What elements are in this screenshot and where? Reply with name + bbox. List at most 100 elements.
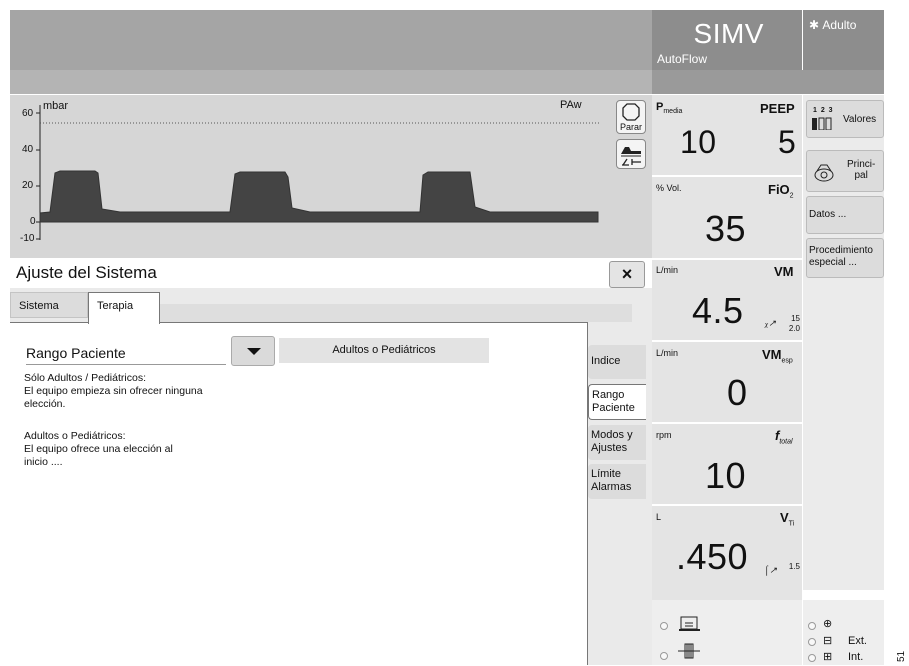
waveform-unit: mbar: [43, 100, 69, 112]
y-tick-minus10: -10: [20, 233, 35, 244]
separator: [652, 504, 802, 506]
y-tick-40: 40: [22, 144, 34, 155]
side-tab-limite-alarmas[interactable]: Límite Alarmas: [588, 464, 646, 499]
desc-line: El equipo empieza sin ofrecer ninguna: [24, 385, 203, 397]
principal-label-line: Princi-: [847, 159, 876, 170]
freeze-button[interactable]: [616, 139, 646, 169]
status-led: [808, 622, 816, 630]
external-battery-label: Ext.: [848, 635, 867, 647]
side-tab-label: Indice: [591, 355, 621, 367]
status-led: [808, 654, 816, 662]
octagon-stop-icon: [622, 103, 640, 121]
desc-line: El equipo ofrece una elección al: [24, 443, 173, 455]
status-area-left: [652, 600, 802, 665]
side-tab-indice[interactable]: Indice: [588, 345, 646, 379]
side-tab-label: Modos y: [591, 429, 633, 441]
ventilation-mode-box[interactable]: SIMV AutoFlow: [652, 10, 802, 70]
vm-limit-icon: ᵪ↗: [765, 318, 776, 328]
principal-label-line: pal: [854, 170, 868, 181]
freeze-waveform-icon: [621, 147, 641, 166]
internal-battery-icon: ⊞: [823, 651, 833, 663]
vti-limit-icon: ⌠↗: [764, 565, 777, 575]
side-tab-label: Ajustes: [591, 442, 628, 454]
vm-unit: L/min: [656, 265, 679, 275]
vti-limit: 1.5: [788, 562, 800, 571]
vti-value: .450: [676, 536, 749, 577]
peep-name: PEEP: [760, 101, 795, 116]
ftotal-value: 10: [705, 455, 747, 496]
vmesp-value: 0: [727, 372, 748, 413]
vm-name: VM: [774, 264, 794, 279]
vmesp-unit: L/min: [656, 348, 679, 358]
patient-type-box[interactable]: ✱ Adulto: [803, 10, 884, 70]
tabs-strip: [160, 304, 632, 322]
side-tab-label: Rango: [592, 389, 625, 401]
vm-lower-limit: 2.0: [788, 324, 800, 333]
desc-line: elección.: [24, 398, 66, 410]
side-tab-rango-paciente[interactable]: Rango Paciente: [588, 384, 646, 420]
peep-value: 5: [778, 124, 797, 160]
mains-plug-icon: ⊕: [823, 618, 833, 630]
ftotal-unit: rpm: [656, 430, 672, 440]
vm-value: 4.5: [692, 290, 744, 331]
procedure-label-line: Procedimiento: [809, 245, 873, 256]
selected-value-field[interactable]: Adultos o Pediátricos: [279, 338, 489, 363]
patient-type-label: Adulto: [822, 18, 857, 32]
vti-name: VTi: [780, 510, 795, 528]
top-bar: [10, 10, 652, 70]
description-block-1: Sólo Adultos / Pediátricos: El equipo em…: [24, 372, 244, 411]
desc-line: Adultos o Pediátricos:: [24, 430, 126, 442]
vm-limits: 15 2.0: [780, 314, 800, 334]
status-led: [808, 638, 816, 646]
close-button[interactable]: ×: [609, 261, 645, 288]
person-icon: ✱: [809, 18, 820, 32]
tab-terapia[interactable]: Terapia: [88, 292, 160, 324]
vm-upper-limit: 15: [791, 314, 800, 323]
separator: [652, 258, 802, 260]
description-block-2: Adultos o Pediátricos: El equipo ofrece …: [24, 430, 244, 469]
fio2-value: 35: [705, 208, 747, 249]
tab-sistema[interactable]: Sistema: [10, 292, 88, 318]
nebulizer-icon: [676, 641, 702, 666]
bars-icon: [812, 116, 836, 133]
procedure-label-line: especial ...: [809, 257, 857, 268]
vmesp-name: VMesp: [762, 347, 793, 365]
side-tab-label: Paciente: [592, 402, 635, 414]
data-label: Datos ...: [809, 209, 847, 220]
sub-bar-right: [652, 70, 884, 94]
procedure-label: Procedimiento especial ...: [809, 245, 873, 269]
desc-line: inicio ....: [24, 456, 63, 468]
separator: [652, 340, 802, 342]
special-procedure-button[interactable]: Procedimiento especial ...: [806, 238, 884, 278]
stop-label: Parar: [619, 122, 642, 132]
separator: [652, 422, 802, 424]
principal-label: Princi- pal: [847, 159, 875, 181]
humidifier-icon: [678, 614, 702, 637]
y-tick-0: 0: [30, 216, 36, 227]
internal-battery-label: Int.: [848, 651, 864, 663]
data-button[interactable]: Datos ...: [806, 196, 884, 234]
dialog-title: Ajuste del Sistema: [16, 263, 157, 282]
status-led: [660, 622, 668, 630]
stop-button[interactable]: Parar: [616, 100, 646, 134]
pressure-waveform-svg: [36, 105, 600, 240]
sub-bar: [10, 70, 652, 94]
pmedia-value: 10: [680, 124, 717, 160]
side-tab-label: Alarmas: [591, 481, 632, 493]
values-digits: 1 2 3: [813, 107, 834, 114]
waveform-name: PAw: [560, 99, 582, 111]
home-screen-icon: [813, 163, 835, 186]
figure-number: 51: [896, 650, 907, 662]
desc-line: Sólo Adultos / Pediátricos:: [24, 372, 146, 384]
external-battery-icon: ⊟: [823, 635, 833, 647]
status-led: [660, 652, 668, 660]
mode-sublabel: AutoFlow: [657, 52, 708, 66]
fio2-unit: % Vol.: [656, 183, 682, 193]
pressure-waveform: [10, 95, 652, 258]
side-tab-modos-ajustes[interactable]: Modos y Ajustes: [588, 425, 646, 460]
param-underline: [26, 364, 226, 365]
values-button[interactable]: 1 2 3 Valores: [806, 100, 884, 138]
main-screen-button[interactable]: Princi- pal: [806, 150, 884, 192]
dropdown-button[interactable]: [231, 336, 275, 366]
separator: [652, 175, 802, 177]
